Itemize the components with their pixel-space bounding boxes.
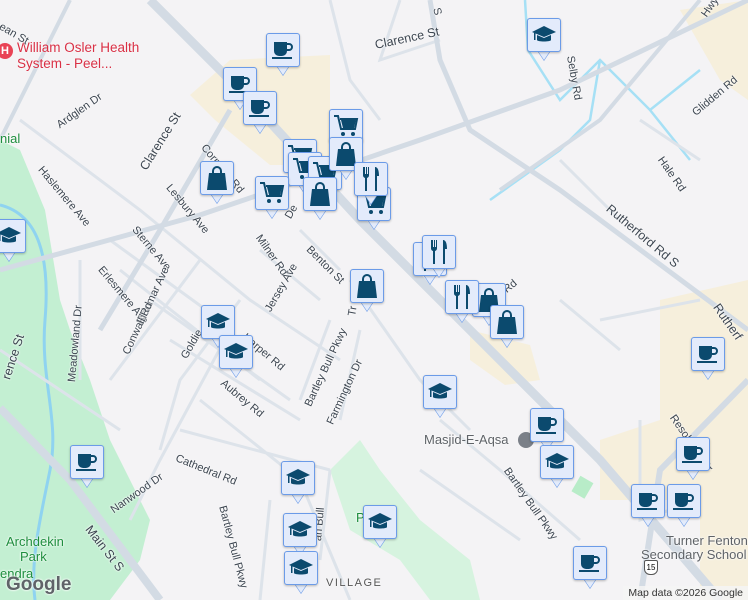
bag-marker[interactable] [350, 269, 384, 315]
park-area [330, 440, 480, 600]
school-marker[interactable] [540, 445, 574, 491]
hospital-name: William Osler Health [17, 40, 140, 55]
school-marker[interactable] [219, 335, 253, 381]
school-icon [283, 513, 317, 547]
school-icon [363, 505, 397, 539]
bag-icon [490, 305, 524, 339]
school-label[interactable]: Turner Fenton [666, 533, 748, 548]
bag-marker[interactable] [490, 305, 524, 351]
coffee-marker[interactable] [266, 33, 300, 79]
park-label[interactable]: Archdekin [6, 534, 64, 549]
hospital-name-2: System - Peel... [17, 56, 113, 71]
restaurant-marker[interactable] [445, 280, 479, 326]
school-icon [219, 335, 253, 369]
masjid-label[interactable]: Masjid-E-Aqsa [424, 432, 509, 447]
coffee-marker[interactable] [573, 546, 607, 592]
cart-icon [255, 176, 289, 210]
school-marker[interactable] [363, 505, 397, 551]
school-marker[interactable] [284, 551, 318, 597]
coffee-marker[interactable] [243, 91, 277, 137]
school-icon [281, 461, 315, 495]
restaurant-icon [422, 235, 456, 269]
restaurant-icon [354, 162, 388, 196]
bag-icon [200, 161, 234, 195]
coffee-icon [243, 91, 277, 125]
bag-marker[interactable] [200, 161, 234, 207]
coffee-icon [631, 484, 665, 518]
bag-icon [350, 269, 384, 303]
school-icon [201, 305, 235, 339]
coffee-icon [70, 445, 104, 479]
coffee-icon [266, 33, 300, 67]
bag-marker[interactable] [303, 177, 337, 223]
coffee-icon [676, 437, 710, 471]
route-shield: 15 [644, 560, 658, 575]
cart-marker[interactable] [255, 176, 289, 222]
school-marker[interactable] [0, 219, 26, 265]
google-logo: Google [6, 574, 72, 595]
school-icon [423, 375, 457, 409]
school-icon [0, 219, 26, 253]
coffee-marker[interactable] [667, 484, 701, 530]
coffee-icon [530, 408, 564, 442]
hospital-icon: H [0, 43, 13, 59]
coffee-icon [573, 546, 607, 580]
coffee-marker[interactable] [691, 337, 725, 383]
school-icon [527, 18, 561, 52]
school-icon [284, 551, 318, 585]
school-icon [540, 445, 574, 479]
park-label[interactable]: nial [0, 131, 20, 146]
restaurant-marker[interactable] [422, 235, 456, 281]
school-marker[interactable] [423, 375, 457, 421]
restaurant-marker[interactable] [354, 162, 388, 208]
school-marker[interactable] [527, 18, 561, 64]
map-attribution[interactable]: Map data ©2026 Google [623, 586, 748, 600]
school-marker[interactable] [281, 461, 315, 507]
coffee-icon [691, 337, 725, 371]
neighbourhood-label: VILLAGE [326, 577, 383, 589]
park-label-2: Park [20, 549, 47, 564]
park-area [571, 475, 594, 499]
coffee-marker[interactable] [676, 437, 710, 483]
coffee-icon [667, 484, 701, 518]
coffee-marker[interactable] [631, 484, 665, 530]
coffee-marker[interactable] [70, 445, 104, 491]
restaurant-icon [445, 280, 479, 314]
